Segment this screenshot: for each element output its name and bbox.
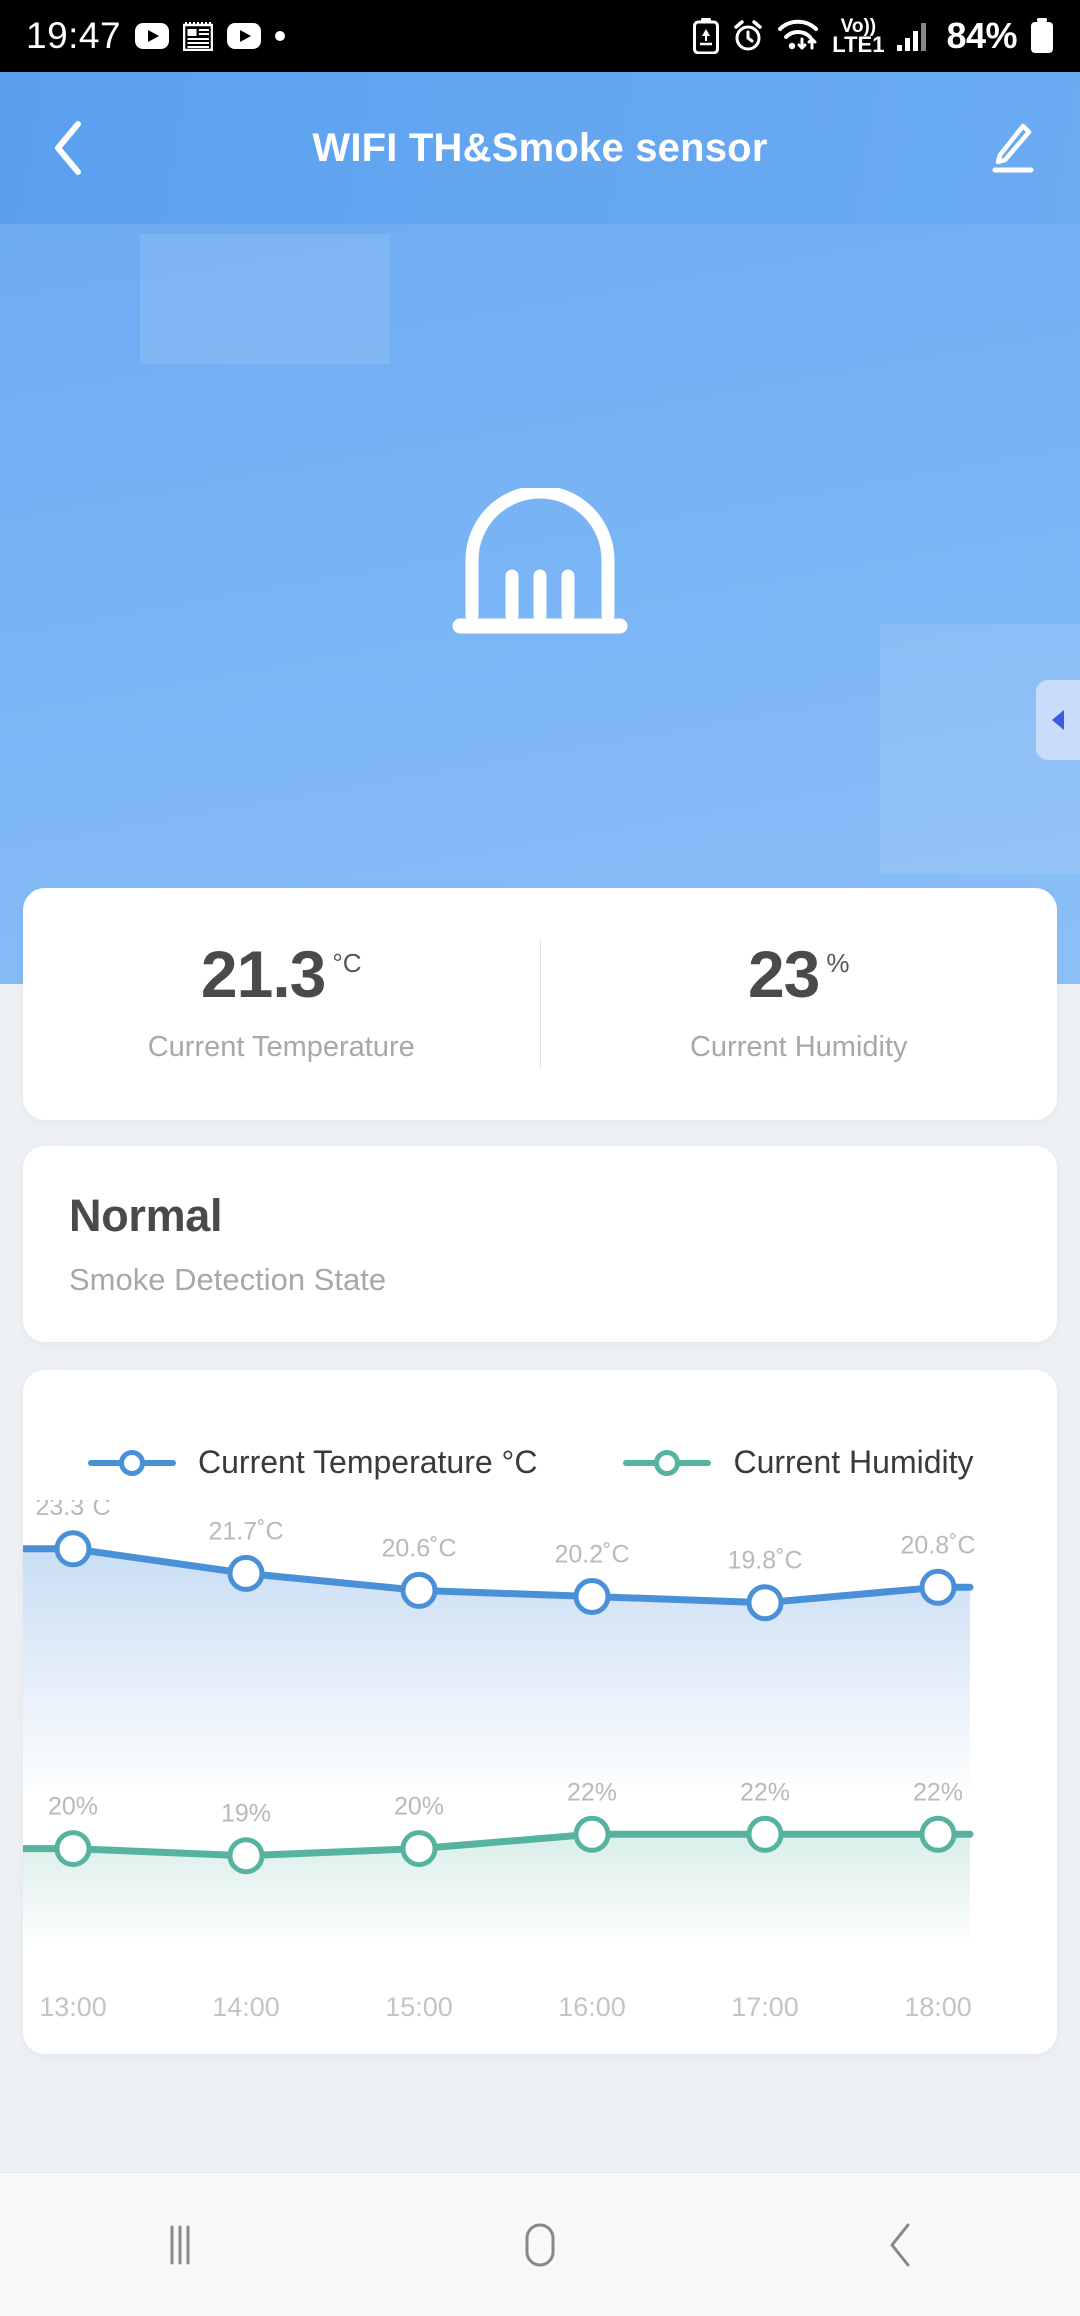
- volte-bottom-label: LTE1: [832, 31, 885, 57]
- data-point[interactable]: [919, 1815, 957, 1853]
- data-point-label: 22%: [567, 1778, 617, 1806]
- android-nav-bar: [0, 2172, 1080, 2316]
- temperature-value-group: 21.3 °C: [200, 937, 362, 1012]
- status-bar: 19:47 Vo)) LTE1 84%: [0, 0, 1080, 72]
- humidity-label: Current Humidity: [689, 1030, 908, 1063]
- battery-saver-icon: [693, 18, 720, 54]
- x-axis-label: 15:00: [385, 1992, 453, 2022]
- data-point[interactable]: [746, 1815, 784, 1853]
- triangle-left-icon: [1052, 710, 1064, 730]
- temperature-label: Current Temperature: [147, 1030, 415, 1063]
- legend-marker-humidity: [623, 1449, 712, 1476]
- side-drawer-handle[interactable]: [1036, 680, 1080, 760]
- temperature-unit: °C: [332, 948, 362, 979]
- battery-percent-label: 84%: [946, 15, 1017, 56]
- status-bar-left: 19:47: [26, 15, 286, 57]
- x-axis-label: 14:00: [212, 1992, 280, 2022]
- x-axis-label: 16:00: [558, 1992, 626, 2022]
- legend-item-temperature[interactable]: Current Temperature °C: [88, 1444, 537, 1481]
- device-hero: [0, 224, 1080, 984]
- data-point[interactable]: [573, 1578, 611, 1615]
- data-point-label: 22%: [913, 1778, 963, 1806]
- phone-screen: 19:47 Vo)) LTE1 84% WIFI TH&Smoke sensor…: [0, 0, 1080, 2316]
- humidity-unit: %: [826, 948, 850, 979]
- data-point[interactable]: [400, 1830, 438, 1868]
- history-plot[interactable]: 23.3˚C 21.7˚C 20.6˚C 20.2˚C 19.8˚C 20.8˚C 20%…: [23, 1500, 1057, 2054]
- status-bar-right: Vo)) LTE1 84%: [693, 15, 1054, 57]
- data-point-label: 20%: [394, 1793, 444, 1821]
- data-point-label: 20%: [48, 1793, 98, 1821]
- chart-legend: Current Temperature °C Current Humidity: [23, 1444, 1057, 1481]
- back-chevron-icon: [890, 2223, 910, 2266]
- temperature-value: 21.3: [200, 937, 326, 1012]
- data-point-label: 20.8˚C: [900, 1531, 975, 1559]
- temperature-series: 23.3˚C 21.7˚C 20.6˚C 20.2˚C 19.8˚C 20.8˚C: [23, 1500, 976, 1790]
- home-button[interactable]: [360, 2173, 720, 2316]
- smoke-state-label: Smoke Detection State: [69, 1262, 387, 1297]
- recents-button[interactable]: [0, 2173, 360, 2316]
- history-chart-card: Current Temperature °C Current Humidity: [23, 1370, 1057, 2054]
- alarm-icon: [732, 20, 764, 52]
- legend-marker-temperature: [88, 1449, 176, 1476]
- youtube-icon: [135, 23, 170, 49]
- pencil-icon: [992, 123, 1034, 173]
- humidity-value: 23: [747, 937, 820, 1012]
- x-axis-label: 18:00: [904, 1992, 972, 2022]
- x-axis-label: 13:00: [39, 1992, 107, 2022]
- data-point[interactable]: [54, 1830, 92, 1868]
- data-point-label: 20.2˚C: [554, 1541, 629, 1569]
- legend-label-temperature: Current Temperature °C: [198, 1444, 538, 1480]
- home-icon: [525, 2223, 555, 2266]
- data-point-label: 22%: [740, 1778, 790, 1806]
- legend-item-humidity[interactable]: Current Humidity: [623, 1444, 974, 1481]
- humidity-metric: 23 % Current Humidity: [541, 888, 1058, 1120]
- wifi-icon: [777, 19, 819, 53]
- battery-icon: [1030, 18, 1054, 54]
- humidity-series: 20% 19% 20% 22% 22% 22%: [23, 1778, 974, 1945]
- back-button-nav[interactable]: [720, 2173, 1080, 2316]
- edit-button[interactable]: [978, 115, 1044, 181]
- page-title: WIFI TH&Smoke sensor: [312, 125, 768, 170]
- news-icon: [183, 21, 214, 51]
- data-point-label: 19%: [221, 1800, 271, 1828]
- data-point-label: 20.6˚C: [381, 1534, 456, 1562]
- history-plot-svg: 23.3˚C 21.7˚C 20.6˚C 20.2˚C 19.8˚C 20.8˚C 20%…: [23, 1500, 976, 2022]
- status-bar-clock: 19:47: [26, 15, 122, 56]
- app-bar: WIFI TH&Smoke sensor: [0, 72, 1080, 224]
- smoke-state-value: Normal: [69, 1190, 223, 1241]
- data-point[interactable]: [919, 1568, 957, 1606]
- data-point-label: 21.7˚C: [208, 1517, 283, 1545]
- volte-icon: Vo)) LTE1: [832, 16, 885, 57]
- signal-bars-icon: [897, 21, 931, 51]
- data-point-label: 19.8˚C: [727, 1547, 802, 1575]
- smoke-state-card: Normal Smoke Detection State: [23, 1146, 1057, 1342]
- dot-icon: [275, 31, 286, 41]
- smoke-detector-icon: [450, 485, 630, 648]
- humidity-value-group: 23 %: [747, 937, 850, 1012]
- recents-icon: [170, 2225, 190, 2264]
- x-axis-labels: 13:00 14:00 15:00 16:00 17:00 18:00: [39, 1992, 972, 2022]
- data-point[interactable]: [746, 1584, 784, 1622]
- data-point[interactable]: [227, 1837, 265, 1875]
- data-point[interactable]: [400, 1571, 438, 1609]
- x-axis-label: 17:00: [731, 1992, 799, 2022]
- data-point[interactable]: [227, 1554, 265, 1592]
- data-point[interactable]: [54, 1530, 92, 1568]
- youtube-icon: [227, 23, 262, 49]
- data-point-label: 23.3˚C: [35, 1500, 110, 1521]
- hero-decoration: [140, 234, 390, 364]
- metrics-card: 21.3 °C Current Temperature 23 % Current…: [23, 888, 1057, 1120]
- legend-label-humidity: Current Humidity: [733, 1444, 974, 1480]
- temperature-metric: 21.3 °C Current Temperature: [23, 888, 540, 1120]
- data-point[interactable]: [573, 1815, 611, 1853]
